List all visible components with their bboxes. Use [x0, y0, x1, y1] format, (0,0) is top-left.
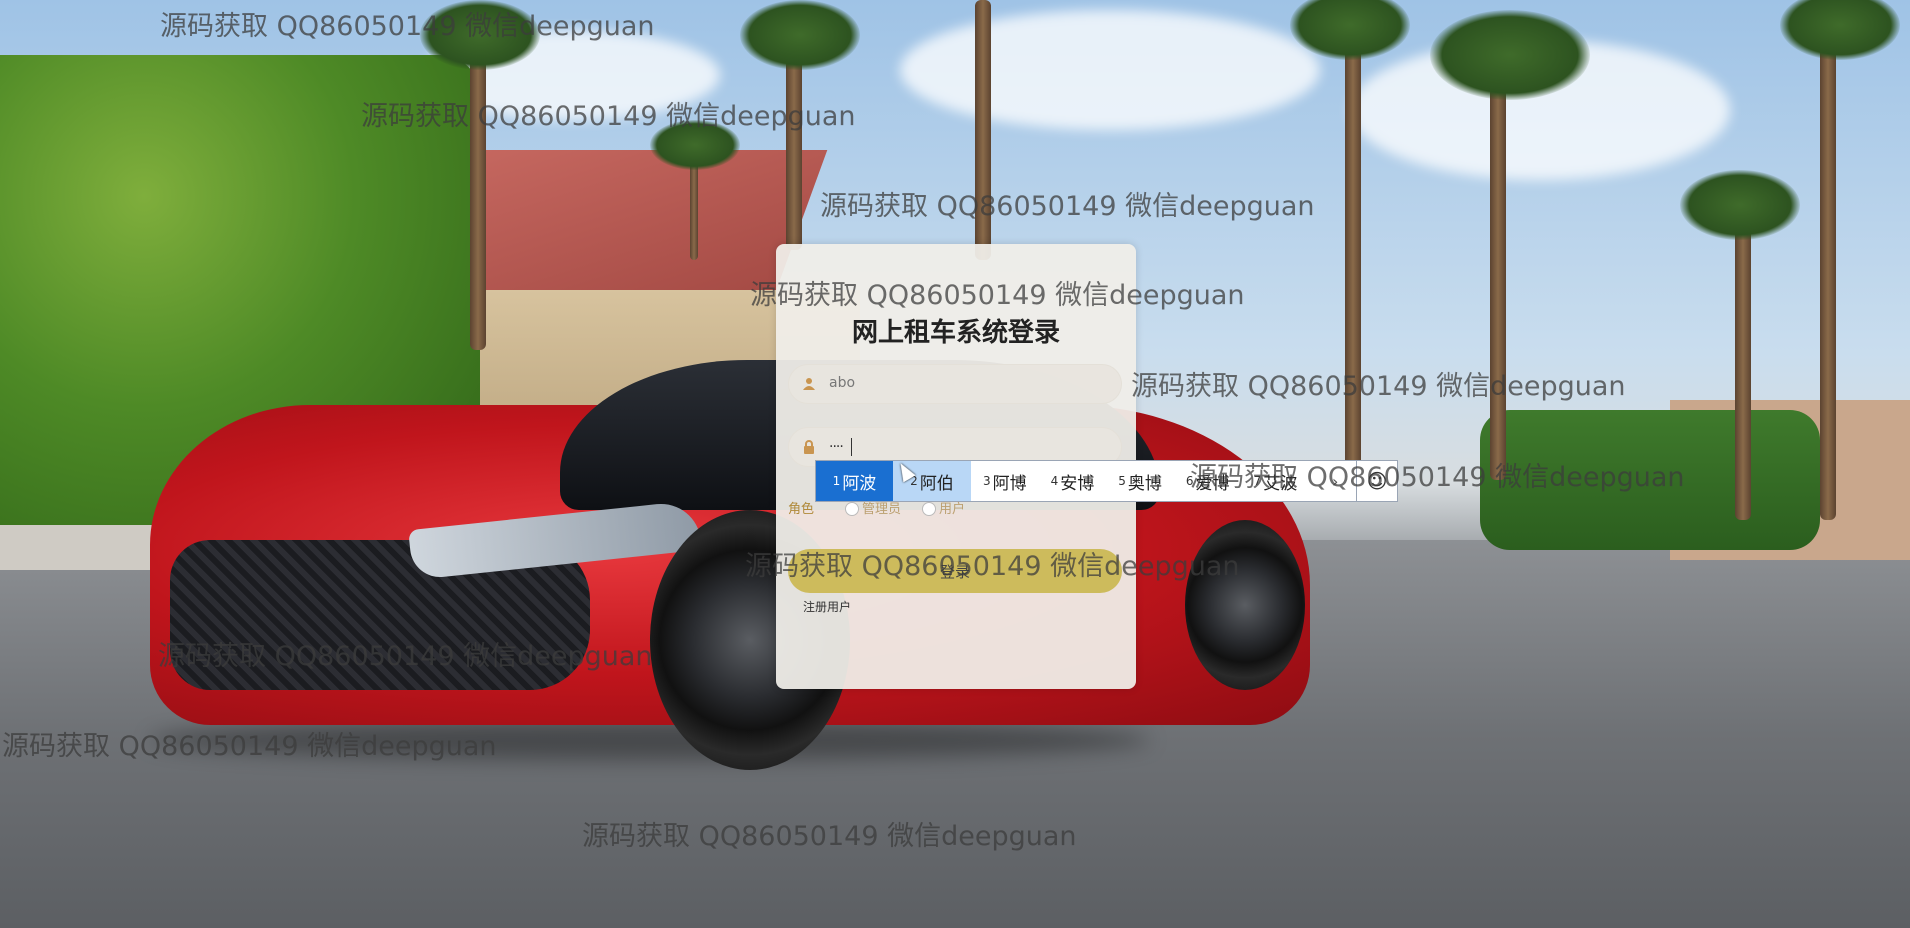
page-title: 网上租车系统登录: [851, 318, 1060, 348]
login-button[interactable]: 登录: [788, 549, 1122, 593]
ime-candidate-7[interactable]: 7 艾波: [1242, 461, 1310, 501]
ime-emoji-icon[interactable]: ☺: [1357, 469, 1397, 493]
ime-next-page-icon[interactable]: ›: [1332, 472, 1338, 491]
text-caret: [851, 438, 852, 456]
password-value: ····: [829, 439, 844, 455]
role-radio-admin[interactable]: [845, 502, 859, 516]
role-label: 角色: [788, 502, 815, 517]
username-value: abo: [829, 375, 856, 391]
ime-candidate-1[interactable]: 1 阿波: [816, 461, 893, 501]
role-radio-user[interactable]: [922, 502, 936, 516]
ime-candidate-4[interactable]: 4 安博: [1039, 461, 1107, 501]
ime-candidate-5[interactable]: 5 奥博: [1106, 461, 1174, 501]
ime-candidate-3[interactable]: 3 阿博: [971, 461, 1039, 501]
lock-icon: [801, 439, 817, 455]
username-field[interactable]: abo: [788, 364, 1122, 404]
ime-candidate-6[interactable]: 6 爱博: [1174, 461, 1242, 501]
register-link[interactable]: 注册用户: [803, 598, 851, 615]
user-icon: [801, 376, 817, 392]
